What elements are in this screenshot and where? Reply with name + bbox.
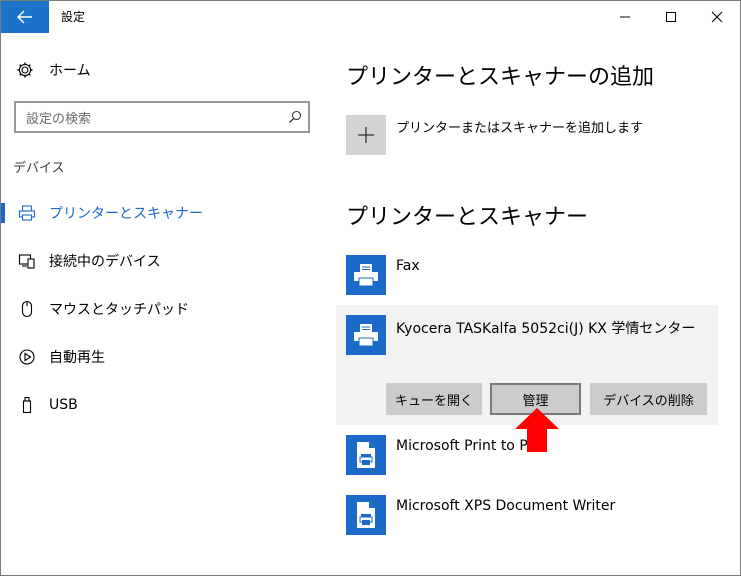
sidebar-item-label: USB xyxy=(49,397,78,413)
open-queue-button[interactable]: キューを開く xyxy=(386,383,482,415)
window-title: 設定 xyxy=(61,10,86,24)
plus-icon xyxy=(358,127,374,143)
close-icon xyxy=(711,11,723,23)
printer-name: Kyocera TASKalfa 5052ci(J) KX 学情センター xyxy=(396,321,696,337)
maximize-icon xyxy=(666,12,676,22)
maximize-button[interactable] xyxy=(648,1,694,33)
title-bar: 設定 xyxy=(1,1,740,33)
main-content: プリンターとスキャナーの追加 プリンターまたはスキャナーを追加します プリンター… xyxy=(326,33,740,575)
red-arrow-annotation xyxy=(515,408,559,452)
sidebar: ホーム 設定の検索 デバイス プリンターとスキャナー 接続中のデバイス マウスと… xyxy=(1,33,326,575)
printer-name: Fax xyxy=(396,258,420,274)
home-label: ホーム xyxy=(49,63,91,79)
devices-section-label: デバイス xyxy=(13,161,65,176)
printer-icon xyxy=(354,264,378,287)
document-printer-icon xyxy=(357,442,375,468)
printer-tile xyxy=(346,255,386,295)
add-printers-heading: プリンターとスキャナーの追加 xyxy=(346,65,655,90)
sidebar-item-printers-scanners[interactable]: プリンターとスキャナー xyxy=(1,195,326,231)
minimize-button[interactable] xyxy=(602,1,648,33)
remove-device-button[interactable]: デバイスの削除 xyxy=(590,383,707,415)
document-printer-tile xyxy=(346,435,386,475)
printer-icon xyxy=(17,203,37,223)
sidebar-item-label: 接続中のデバイス xyxy=(49,254,161,270)
printer-item-fax[interactable]: Fax xyxy=(346,255,420,295)
usb-icon xyxy=(17,395,37,415)
sidebar-item-label: マウスとタッチパッド xyxy=(49,302,189,318)
close-button[interactable] xyxy=(694,1,740,33)
back-button[interactable] xyxy=(1,1,49,33)
sidebar-item-autoplay[interactable]: 自動再生 xyxy=(1,339,326,375)
sidebar-item-mouse-touchpad[interactable]: マウスとタッチパッド xyxy=(1,291,326,327)
gear-icon xyxy=(15,60,35,80)
autoplay-icon xyxy=(17,347,37,367)
printer-item-xps-writer[interactable]: Microsoft XPS Document Writer xyxy=(346,495,615,535)
printers-list-heading: プリンターとスキャナー xyxy=(346,205,589,230)
search-icon[interactable] xyxy=(282,110,308,124)
sidebar-item-usb[interactable]: USB xyxy=(1,387,326,423)
settings-search-box[interactable]: 設定の検索 xyxy=(14,101,310,133)
back-arrow-icon xyxy=(17,10,32,24)
search-placeholder: 設定の検索 xyxy=(26,111,92,127)
add-printer-label: プリンターまたはスキャナーを追加します xyxy=(396,121,644,136)
plus-tile xyxy=(346,115,386,155)
sidebar-item-connected-devices[interactable]: 接続中のデバイス xyxy=(1,243,326,279)
home-link[interactable]: ホーム xyxy=(15,59,91,81)
sidebar-item-label: プリンターとスキャナー xyxy=(49,206,203,222)
printer-tile xyxy=(346,315,386,355)
minimize-icon xyxy=(620,16,630,18)
printer-name: Microsoft XPS Document Writer xyxy=(396,498,616,514)
connected-devices-icon xyxy=(17,251,37,271)
document-printer-icon xyxy=(357,502,375,528)
mouse-icon xyxy=(17,299,37,319)
printer-item-kyocera[interactable]: Kyocera TASKalfa 5052ci(J) KX 学情センター xyxy=(346,315,695,355)
printer-icon xyxy=(354,324,378,347)
document-printer-tile xyxy=(346,495,386,535)
add-printer-button[interactable]: プリンターまたはスキャナーを追加します xyxy=(346,115,643,155)
sidebar-item-label: 自動再生 xyxy=(49,350,105,366)
